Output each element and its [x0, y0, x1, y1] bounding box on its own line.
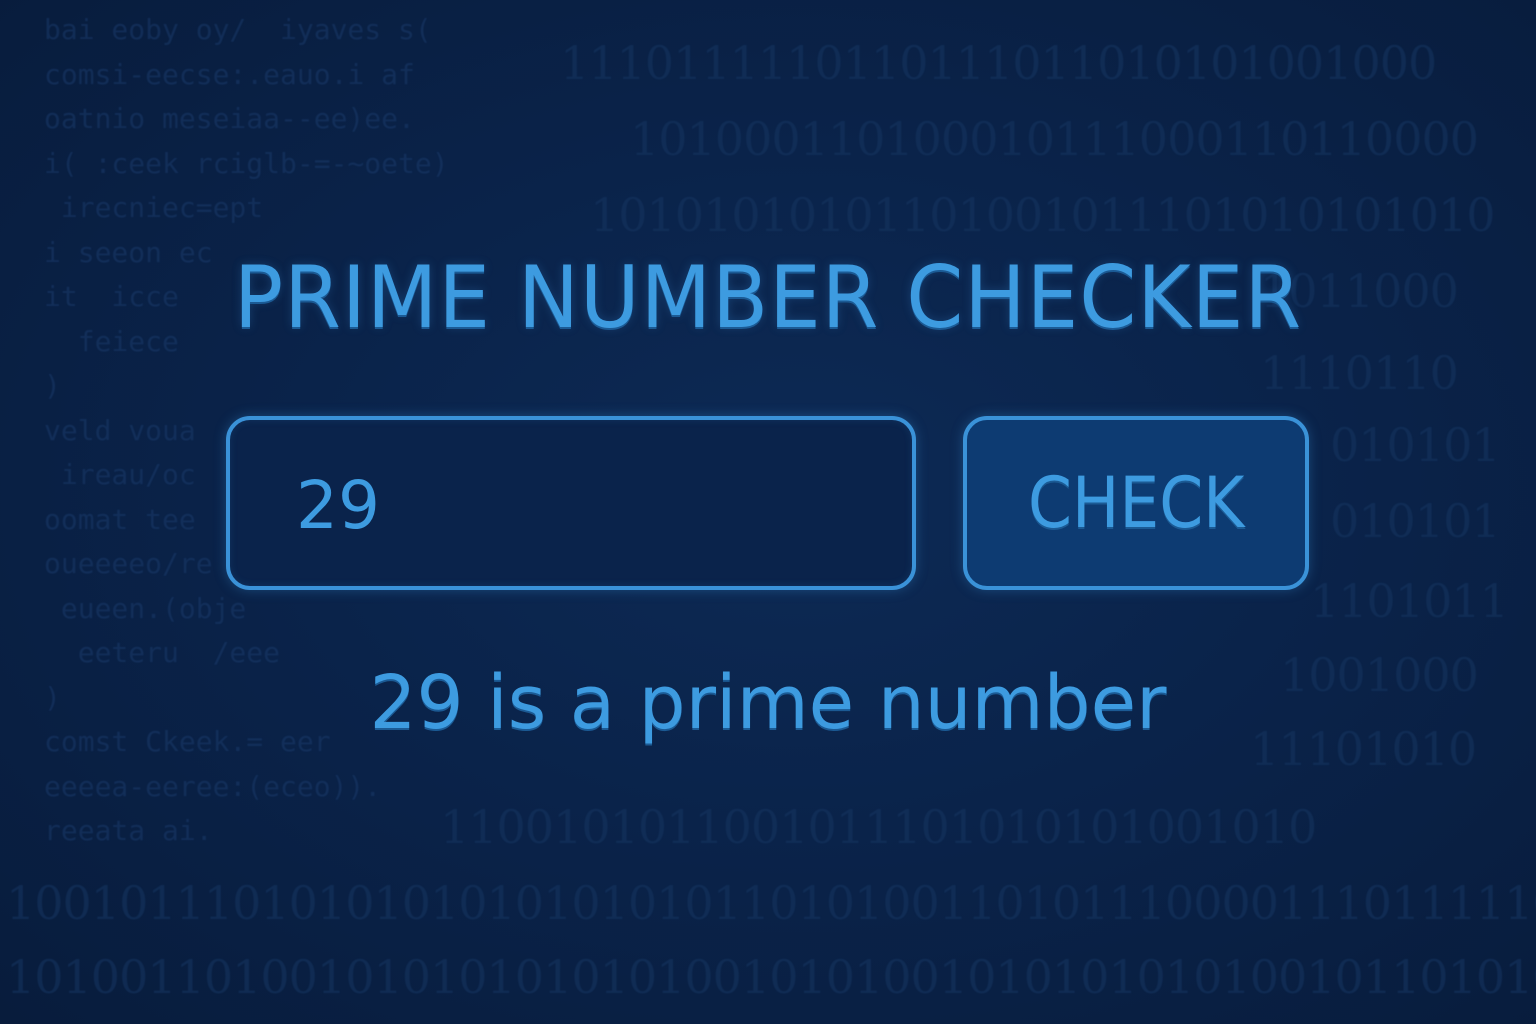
background-binary-decoration: 101000110100010111000110110000 [630, 112, 1479, 166]
background-binary-decoration: 1101011 [1310, 574, 1509, 628]
background-binary-decoration: 1110110 [1260, 346, 1459, 400]
number-input-field[interactable] [226, 416, 916, 590]
background-binary-decoration: 010101 [1330, 494, 1501, 548]
result-message: 29 is a prime number [369, 660, 1167, 746]
background-binary-decoration: 10101010101101001011101010101010 [590, 188, 1496, 242]
background-binary-decoration: 1110111110110111011010101001000 [560, 36, 1437, 90]
background-binary-decoration: 1001011101010101010101010110101001101011… [6, 876, 1536, 930]
check-button-label: CHECK [1027, 462, 1245, 544]
number-input[interactable] [296, 450, 876, 560]
page-title: PRIME NUMBER CHECKER [233, 248, 1303, 348]
background-binary-decoration: 1100101011001011101010101001010 [440, 800, 1317, 854]
check-button[interactable]: CHECK [963, 416, 1309, 590]
background-binary-decoration: 010101 [1330, 418, 1501, 472]
app-window: bai eoby oy/ iyaves s( comsi-eecse:.eauo… [0, 0, 1536, 1024]
background-binary-decoration: 1010011010010101010101010010101001010101… [6, 950, 1536, 1004]
